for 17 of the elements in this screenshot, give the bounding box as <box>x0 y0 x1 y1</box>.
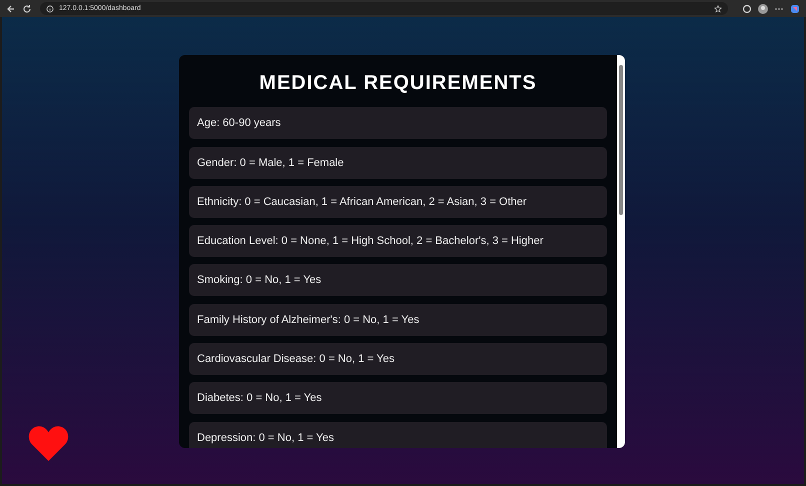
requirement-item: Gender: 0 = Male, 1 = Female <box>189 146 607 179</box>
back-icon[interactable] <box>6 4 16 14</box>
star-icon[interactable] <box>714 4 722 12</box>
avatar-icon[interactable] <box>758 4 768 14</box>
requirement-item: Depression: 0 = No, 1 = Yes <box>189 422 607 448</box>
info-icon[interactable] <box>46 4 54 12</box>
requirement-item: Smoking: 0 = No, 1 = Yes <box>189 264 607 296</box>
card-title: MEDICAL REQUIREMENTS <box>258 72 538 95</box>
requirement-item: Age: 60-90 years <box>189 107 607 140</box>
requirement-item: Ethnicity: 0 = Caucasian, 1 = African American, 2 = Asian, 3 = Other <box>189 186 607 218</box>
reload-icon[interactable] <box>22 4 32 14</box>
scrollbar[interactable] <box>617 55 625 448</box>
heart-icon[interactable] <box>27 425 70 462</box>
requirement-item: Diabetes: 0 = No, 1 = Yes <box>189 382 607 414</box>
requirement-item: Family History of Alzheimer's: 0 = No, 1 = Yes <box>189 304 607 336</box>
requirement-item: Education Level: 0 = None, 1 = High School, 2 = Bachelor's, 3 = Higher <box>189 225 607 258</box>
requirement-item: Cardiovascular Disease: 0 = No, 1 = Yes <box>189 343 607 376</box>
